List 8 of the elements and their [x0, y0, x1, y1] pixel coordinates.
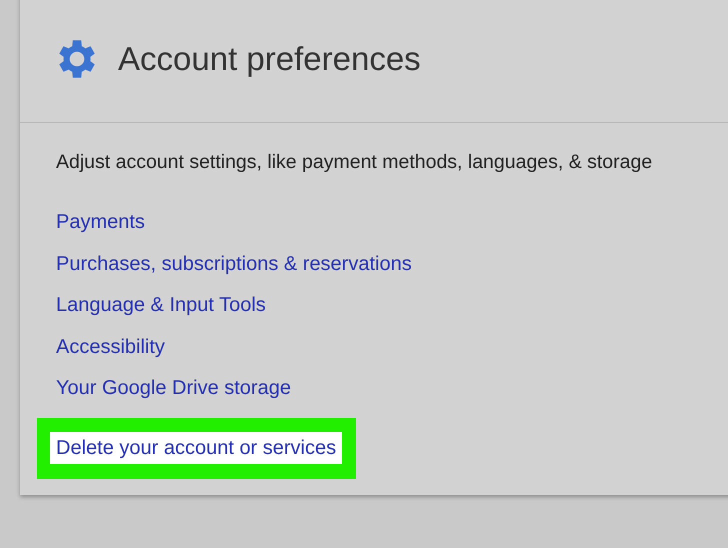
settings-link[interactable]: Purchases, subscriptions & reservations [56, 252, 412, 274]
section-title: Account preferences [118, 40, 421, 78]
settings-link[interactable]: Payments [56, 211, 145, 233]
settings-link[interactable]: Delete your account or services [50, 432, 342, 464]
description-text: Adjust account settings, like payment methods, languages, & storage [56, 151, 654, 174]
settings-link[interactable]: Language & Input Tools [56, 294, 266, 316]
settings-link[interactable]: Accessibility [56, 336, 165, 358]
settings-link[interactable]: Your Google Drive storage [56, 377, 291, 399]
